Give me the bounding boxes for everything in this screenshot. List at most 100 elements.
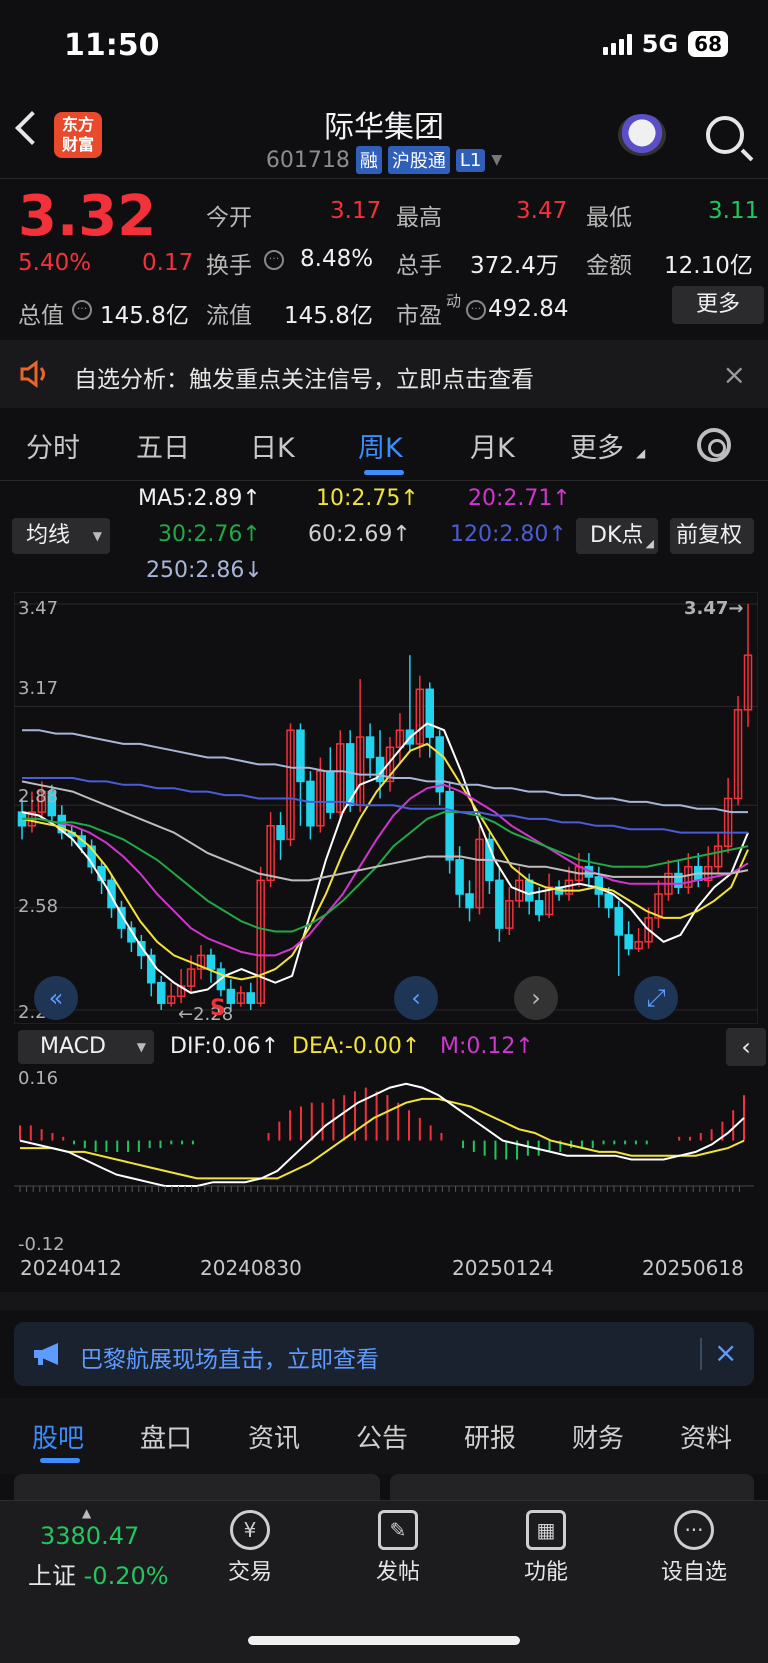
max-price-label: 3.47→: [684, 598, 744, 619]
macd-chart[interactable]: [14, 1066, 754, 1256]
nav-post[interactable]: ✎ 发帖: [348, 1510, 448, 1586]
chevron-right-icon[interactable]: ›: [514, 976, 558, 1020]
tab-research[interactable]: 研报: [464, 1418, 516, 1455]
tab-monthly[interactable]: 月K: [470, 426, 515, 465]
megaphone-icon: [34, 1343, 58, 1365]
collapse-chevron-icon[interactable]: ‹: [726, 1028, 766, 1066]
close-icon[interactable]: ×: [723, 358, 746, 391]
index-value[interactable]: 3380.47: [40, 1522, 139, 1550]
tab-indicator: [40, 1458, 80, 1463]
nav-post-label: 发帖: [375, 1560, 420, 1585]
tab-daily[interactable]: 日K: [250, 426, 295, 465]
chevron-left-icon[interactable]: ‹: [394, 976, 438, 1020]
dk-point-button[interactable]: DK点 ◢: [576, 518, 658, 554]
date-label: 20240412: [20, 1256, 122, 1280]
candle-body: [594, 876, 604, 895]
rewind-icon[interactable]: «: [34, 976, 78, 1020]
chevron-down-icon: ▼: [491, 152, 503, 168]
turnover-label: 换手: [206, 253, 252, 279]
more-button[interactable]: 更多: [672, 286, 764, 324]
change-percent: 5.40%: [18, 250, 92, 276]
tab-intraday[interactable]: 分时: [26, 426, 80, 465]
period-tabs: 分时 五日 日K 周K 月K 更多 ◢: [0, 412, 768, 478]
candle-body: [534, 900, 544, 916]
candle-body: [206, 954, 216, 970]
amount-label: 金额: [586, 253, 632, 279]
grid-icon: ▦: [526, 1510, 566, 1550]
sell-marker: S: [210, 996, 226, 1021]
index-name-row[interactable]: 上证 -0.20%: [28, 1556, 169, 1591]
candle-body: [326, 770, 335, 813]
open-value: 3.17: [330, 198, 382, 224]
search-icon[interactable]: [706, 116, 744, 154]
tab-news[interactable]: 资讯: [248, 1418, 300, 1455]
low-label: 最低: [586, 205, 632, 231]
info-icon[interactable]: ···: [264, 250, 284, 270]
candle-body: [495, 879, 504, 929]
content-card[interactable]: [390, 1474, 754, 1502]
legend-ma120: 120:2.80↑: [450, 522, 567, 547]
nav-add-watch[interactable]: ··· 设自选: [644, 1510, 744, 1586]
candle-body: [296, 729, 305, 783]
candle-body: [674, 872, 683, 888]
close-icon[interactable]: ×: [714, 1336, 737, 1369]
macd-select-value: MACD: [40, 1034, 106, 1059]
high-label: 最高: [396, 205, 442, 231]
tab-five-day[interactable]: 五日: [136, 426, 190, 465]
status-time: 11:50: [64, 28, 160, 63]
volume-label: 总手: [396, 253, 442, 279]
index-change: -0.20%: [83, 1562, 169, 1590]
tab-finance[interactable]: 财务: [572, 1418, 624, 1455]
candle-body: [276, 825, 285, 841]
legend-ma60: 60:2.69↑: [308, 522, 411, 547]
mktcap-label: 总值: [18, 303, 64, 329]
candle-body: [624, 934, 633, 950]
home-indicator[interactable]: [248, 1636, 520, 1645]
gear-icon[interactable]: [697, 428, 731, 462]
tab-orderbook[interactable]: 盘口: [140, 1418, 192, 1455]
content-card[interactable]: [14, 1474, 380, 1502]
stock-code: 601718: [265, 147, 350, 173]
tab-forum[interactable]: 股吧: [32, 1418, 84, 1455]
status-indicators: 5G 68: [602, 30, 728, 58]
date-label: 20250618: [642, 1256, 744, 1280]
amount-value: 12.10亿: [664, 253, 753, 279]
chart-frame: [14, 592, 758, 1024]
pe-label: 市盈: [396, 303, 442, 329]
notice-text: 自选分析：触发重点关注信号，立即点击查看: [74, 367, 534, 393]
tag-level: L1: [455, 148, 486, 172]
low-value: 3.11: [708, 198, 760, 224]
speaker-icon: [20, 360, 45, 388]
info-icon[interactable]: ···: [466, 300, 486, 320]
high-value: 3.47: [516, 198, 568, 224]
tabs-divider: [0, 480, 768, 481]
nav-trade[interactable]: ¥ 交易: [200, 1510, 300, 1586]
date-label: 20240830: [200, 1256, 302, 1280]
battery-icon: 68: [688, 31, 728, 57]
chevron-down-icon: ▼: [92, 529, 102, 543]
legend-ma30: 30:2.76↑: [158, 522, 261, 547]
indicator-select[interactable]: 均线 ▼: [12, 518, 110, 554]
dif-line: [19, 1082, 745, 1187]
candle-body: [524, 879, 534, 902]
candle-body: [604, 893, 614, 909]
tab-more[interactable]: 更多: [570, 426, 624, 465]
tab-weekly[interactable]: 周K: [358, 426, 403, 465]
dea-line: [20, 1097, 745, 1180]
signal-icon: [602, 33, 632, 55]
volume-value: 372.4万: [470, 253, 559, 279]
adjust-button[interactable]: 前复权: [670, 518, 754, 554]
tab-profile[interactable]: 资料: [680, 1418, 732, 1455]
expand-icon[interactable]: ⤢: [634, 976, 678, 1020]
legend-ma250: 250:2.86↓: [146, 558, 263, 583]
candle-body: [156, 981, 166, 1004]
nav-function[interactable]: ▦ 功能: [496, 1510, 596, 1586]
tab-announcement[interactable]: 公告: [356, 1418, 408, 1455]
dk-point-label: DK点: [590, 523, 644, 548]
kline-chart[interactable]: [14, 592, 758, 1024]
robot-assistant-icon[interactable]: [618, 114, 666, 156]
legend-ma20: 20:2.71↑: [468, 486, 571, 511]
macd-select[interactable]: MACD ▼: [18, 1030, 154, 1064]
ad-divider: [700, 1338, 702, 1370]
info-icon[interactable]: ···: [72, 300, 92, 320]
